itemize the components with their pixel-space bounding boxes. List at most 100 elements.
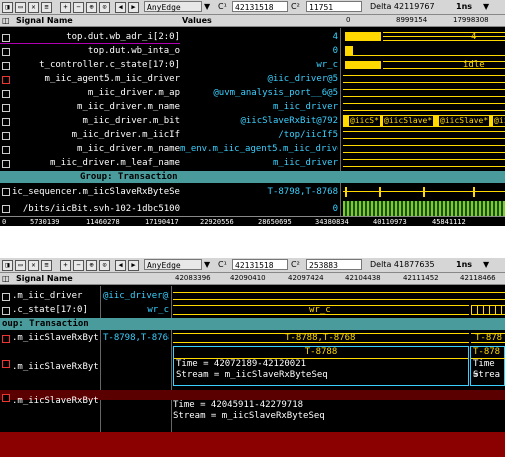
signal-row[interactable]: t_controller.c_state[17:0] wr_c idle (0, 58, 505, 72)
signal-row[interactable]: m_iic_agent5.m_iic_driver @iic_driver@5 (0, 72, 505, 86)
ruler-tick: 42083396 (175, 274, 211, 282)
axis-tick: 45841112 (432, 218, 466, 226)
expand-icon[interactable] (2, 205, 10, 213)
expand-icon[interactable] (2, 132, 10, 140)
axis-tick: 22920556 (200, 218, 234, 226)
transaction-row[interactable]: .m_iicSlaveRxByt Time = 42045911-4227971… (0, 394, 505, 430)
signal-row[interactable]: m_iic_driver.m_leaf_name m_iic_driver (0, 156, 505, 170)
signal-name: .c_state[17:0] (12, 305, 88, 315)
zoom-full-icon[interactable]: ⊕ (86, 260, 97, 271)
signal-row[interactable]: m_iic_driver.m_bit @iicSlaveRxBit@792 @i… (0, 114, 505, 128)
wave-label: @ii (493, 116, 505, 126)
expand-icon[interactable] (2, 146, 10, 154)
zoom-out-icon[interactable]: − (73, 260, 84, 271)
expand-icon[interactable] (2, 90, 10, 98)
zoom-cursor-icon[interactable]: ⊙ (99, 260, 110, 271)
wave-label: wr_c (309, 305, 331, 315)
signal-row[interactable]: top.dut.wb_adr_i[2:0] 4 4 (0, 30, 505, 44)
signal-wave (343, 201, 505, 217)
ruler-tick: 42111452 (403, 274, 439, 282)
signal-row[interactable]: m_iic_driver.m_ap @uvm_analysis_port__6@… (0, 86, 505, 100)
group-transaction[interactable]: oup: Transaction (0, 318, 505, 330)
expand-icon[interactable] (2, 335, 10, 343)
expand-icon[interactable] (2, 160, 10, 168)
signal-row[interactable]: m_iic_driver.m_iicIf /top/iicIf5 (0, 128, 505, 142)
expand-icon[interactable] (2, 360, 10, 368)
column-header-top: ◫ Signal Name Values 0 8999154 17998308 (0, 15, 505, 27)
zoom-full-icon[interactable]: ⊕ (86, 2, 97, 13)
signal-value: 0 (332, 204, 338, 214)
cursor-time-field[interactable]: 42131518 (232, 1, 288, 12)
expand-icon[interactable] (2, 48, 10, 56)
expand-icon[interactable] (2, 293, 10, 301)
signal-name: ic_sequencer.m_iicSlaveRxByteSeq (12, 187, 180, 197)
next-edge-icon[interactable]: ▶ (128, 2, 139, 13)
transaction-time: Time = 42072189-42120021 (176, 359, 307, 369)
expand-icon[interactable] (2, 188, 10, 196)
signal-wave (343, 72, 505, 86)
signal-row[interactable]: m_iic_driver.m_name m_iic_driver (0, 100, 505, 114)
prev-edge-icon[interactable]: ◀ (115, 2, 126, 13)
signal-row[interactable]: .m_iicSlaveRxByt T-8798,T-8768 T-8788,T-… (0, 331, 505, 345)
signal-name: .m_iic_driver (12, 291, 83, 301)
zoom-in-icon[interactable]: + (60, 2, 71, 13)
group-transaction[interactable]: Group: Transaction (0, 171, 505, 183)
signal-row[interactable]: .c_state[17:0] wr_c wr_c (0, 303, 505, 317)
pane-gap (0, 226, 505, 258)
zoom-fit-button[interactable]: ◨ (2, 2, 13, 13)
expand-icon[interactable] (2, 394, 10, 402)
transaction-time: Time = 42045911-42279718 (173, 400, 304, 410)
zoom-in-icon[interactable]: + (60, 260, 71, 271)
transaction-box[interactable]: T-878 Time = Strea (470, 346, 505, 386)
signal-wave (173, 289, 505, 303)
list-button[interactable]: ≡ (41, 2, 52, 13)
expand-icon[interactable] (2, 34, 10, 42)
close-button[interactable]: ✕ (28, 2, 39, 13)
expand-icon[interactable] (2, 62, 10, 70)
expand-icon[interactable] (2, 104, 10, 112)
ruler-tick: 42097424 (288, 274, 324, 282)
ruler-tick: 0 (346, 16, 351, 24)
axis-tick: 11460278 (86, 218, 120, 226)
delta-field[interactable]: 11751 (306, 1, 362, 12)
signal-row[interactable]: m_iic_driver.m_name m_env.m_iic_agent5.m… (0, 142, 505, 156)
signal-value: m_env.m_iic_agent5.m_iic_driver (180, 144, 338, 154)
signal-value: T-8798,T-8768 (267, 187, 338, 197)
edge-mode-select[interactable]: AnyEdge (144, 259, 202, 270)
signal-wave (343, 100, 505, 114)
signal-row[interactable]: ic_sequencer.m_iicSlaveRxByteSeq T-8798,… (0, 184, 505, 200)
prev-edge-icon[interactable]: ◀ (115, 260, 126, 271)
ruler-tick: 8999154 (396, 16, 428, 24)
next-edge-icon[interactable]: ▶ (128, 260, 139, 271)
zoom-fit-button[interactable]: ◨ (2, 260, 13, 271)
signal-name: m_iic_driver.m_name (77, 102, 180, 112)
wave-label: @iicSlave* (383, 116, 434, 126)
unit-dropdown-icon[interactable]: ▼ (483, 2, 489, 12)
zoom-cursor-icon[interactable]: ⊙ (99, 2, 110, 13)
zoom-out-icon[interactable]: − (73, 2, 84, 13)
delta-field[interactable]: 253883 (306, 259, 362, 270)
list-button[interactable]: ≡ (41, 260, 52, 271)
signal-value: @iic_driver@5 (267, 74, 338, 84)
dropdown-icon: ▼ (204, 2, 211, 11)
axis-tick: 40110973 (373, 218, 407, 226)
zoom-area-button[interactable]: ▭ (15, 2, 26, 13)
signal-name: /bits/iicBit.svh-102-1dbc5100 (22, 204, 180, 214)
unit-dropdown-icon[interactable]: ▼ (483, 260, 489, 270)
waveform-pane-bottom: ◨ ▭ ✕ ≡ + − ⊕ ⊙ ◀ ▶ AnyEdge ▼ C¹ 4213151… (0, 258, 505, 457)
zoom-area-button[interactable]: ▭ (15, 260, 26, 271)
cursor-icon: C¹ (218, 2, 227, 11)
cursor-time-field[interactable]: 42131518 (232, 259, 288, 270)
signal-name: m_iic_agent5.m_iic_driver (44, 74, 180, 84)
transaction-row[interactable]: .m_iicSlaveRxByt T-8788 Time = 42072189-… (0, 346, 505, 388)
edge-mode-select[interactable]: AnyEdge (144, 1, 202, 12)
transaction-box[interactable]: T-8788 Time = 42072189-42120021 Stream =… (173, 346, 469, 386)
signal-row[interactable]: .m_iic_driver @iic_driver@5 (0, 289, 505, 303)
expand-icon[interactable] (2, 307, 10, 315)
expand-icon[interactable] (2, 76, 10, 84)
signal-row[interactable]: top.dut.wb_inta_o 0 (0, 44, 505, 58)
waveform-pane-top: ◨ ▭ ✕ ≡ + − ⊕ ⊙ ◀ ▶ AnyEdge ▼ C¹ 4213151… (0, 0, 505, 226)
expand-icon[interactable] (2, 118, 10, 126)
close-button[interactable]: ✕ (28, 260, 39, 271)
signal-row[interactable]: /bits/iicBit.svh-102-1dbc5100 0 (0, 201, 505, 217)
